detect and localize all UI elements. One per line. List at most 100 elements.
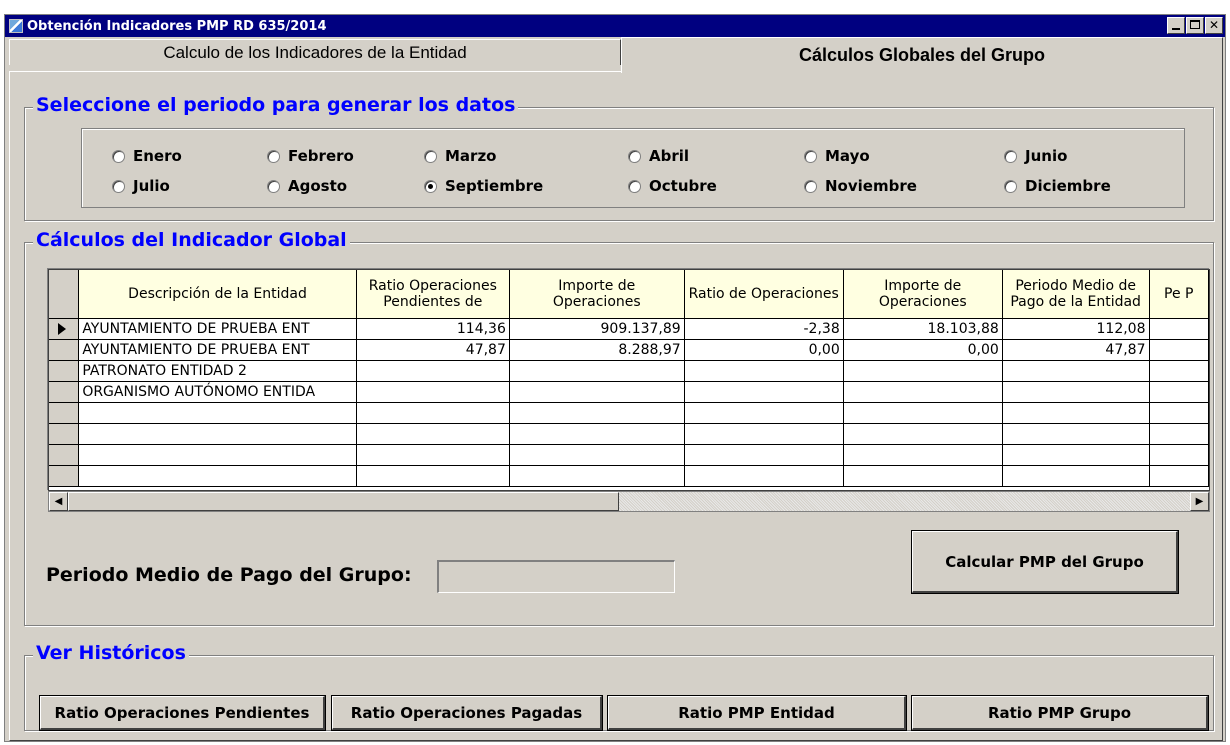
scroll-thumb[interactable] <box>68 492 619 511</box>
table-cell[interactable] <box>843 360 1003 382</box>
table-cell[interactable] <box>1149 339 1209 361</box>
table-cell[interactable]: ORGANISMO AUTÓNOMO ENTIDA <box>78 381 357 403</box>
table-cell[interactable]: 112,08 <box>1002 318 1150 340</box>
table-row[interactable] <box>49 465 1209 487</box>
maximize-button[interactable] <box>1186 17 1204 34</box>
table-row[interactable]: ORGANISMO AUTÓNOMO ENTIDA <box>49 381 1209 403</box>
radio-mayo[interactable]: Mayo <box>804 147 870 165</box>
table-cell[interactable]: 47,87 <box>356 339 510 361</box>
ratio-pmp-entidad-button[interactable]: Ratio PMP Entidad <box>608 696 906 730</box>
table-cell[interactable] <box>684 465 844 487</box>
table-row[interactable] <box>49 402 1209 424</box>
table-cell[interactable] <box>78 402 357 424</box>
table-cell[interactable] <box>1002 402 1150 424</box>
row-selector[interactable] <box>49 444 80 466</box>
table-cell[interactable] <box>843 423 1003 445</box>
table-cell[interactable] <box>1002 465 1150 487</box>
radio-enero[interactable]: Enero <box>112 147 182 165</box>
radio-junio[interactable]: Junio <box>1004 147 1067 165</box>
radio-septiembre[interactable]: Septiembre <box>424 177 543 195</box>
table-row[interactable]: AYUNTAMIENTO DE PRUEBA ENT 114,36 909.137,… <box>49 318 1209 340</box>
column-header[interactable]: Importe de Operaciones <box>843 270 1003 319</box>
table-cell[interactable]: 0,00 <box>684 339 844 361</box>
table-cell[interactable] <box>356 465 510 487</box>
table-cell[interactable]: AYUNTAMIENTO DE PRUEBA ENT <box>78 339 357 361</box>
radio-diciembre[interactable]: Diciembre <box>1004 177 1111 195</box>
table-cell[interactable] <box>684 381 844 403</box>
column-header[interactable]: Importe de Operaciones <box>509 270 685 319</box>
table-cell[interactable] <box>356 444 510 466</box>
radio-abril[interactable]: Abril <box>628 147 689 165</box>
table-cell[interactable] <box>1149 318 1209 340</box>
table-cell[interactable] <box>356 402 510 424</box>
row-selector[interactable] <box>49 423 80 445</box>
table-cell[interactable]: 0,00 <box>843 339 1003 361</box>
table-cell[interactable] <box>684 360 844 382</box>
radio-febrero[interactable]: Febrero <box>267 147 354 165</box>
table-row[interactable] <box>49 444 1209 466</box>
horizontal-scrollbar[interactable]: ◀ ▶ <box>48 491 1210 512</box>
row-selector[interactable] <box>49 318 80 340</box>
table-cell[interactable] <box>1149 444 1209 466</box>
table-cell[interactable] <box>1149 360 1209 382</box>
scroll-right-button[interactable]: ▶ <box>1190 492 1209 511</box>
table-cell[interactable] <box>509 465 685 487</box>
radio-octubre[interactable]: Octubre <box>628 177 717 195</box>
table-row[interactable] <box>49 423 1209 445</box>
tab-calculos-globales[interactable]: Cálculos Globales del Grupo <box>621 37 1223 73</box>
ratio-pendientes-button[interactable]: Ratio Operaciones Pendientes <box>40 696 325 730</box>
table-cell[interactable] <box>509 423 685 445</box>
table-row[interactable]: AYUNTAMIENTO DE PRUEBA ENT 47,87 8.288,97 0… <box>49 339 1209 361</box>
column-header[interactable]: Pe P <box>1149 270 1209 319</box>
radio-noviembre[interactable]: Noviembre <box>804 177 917 195</box>
minimize-button[interactable] <box>1167 17 1185 34</box>
column-header[interactable]: Periodo Medio de Pago de la Entidad <box>1002 270 1150 319</box>
table-cell[interactable] <box>509 360 685 382</box>
column-header[interactable]: Descripción de la Entidad <box>78 270 357 319</box>
tab-calculo-entidad[interactable]: Calculo de los Indicadores de la Entidad <box>9 39 621 65</box>
scroll-left-button[interactable]: ◀ <box>49 492 68 511</box>
table-cell[interactable]: -2,38 <box>684 318 844 340</box>
close-button[interactable]: ✕ <box>1205 17 1223 34</box>
radio-julio[interactable]: Julio <box>112 177 170 195</box>
ratio-pmp-grupo-button[interactable]: Ratio PMP Grupo <box>912 696 1208 730</box>
table-cell[interactable] <box>843 444 1003 466</box>
table-cell[interactable] <box>509 444 685 466</box>
entities-grid[interactable]: Descripción de la Entidad Ratio Operacion… <box>48 269 1210 491</box>
table-cell[interactable]: PATRONATO ENTIDAD 2 <box>78 360 357 382</box>
table-cell[interactable] <box>356 423 510 445</box>
radio-marzo[interactable]: Marzo <box>424 147 496 165</box>
table-cell[interactable] <box>78 465 357 487</box>
table-row[interactable]: PATRONATO ENTIDAD 2 <box>49 360 1209 382</box>
column-header[interactable]: Ratio de Operaciones <box>684 270 844 319</box>
calcular-pmp-button[interactable]: Calcular PMP del Grupo <box>912 531 1178 593</box>
table-cell[interactable] <box>1149 381 1209 403</box>
table-cell[interactable]: 8.288,97 <box>509 339 685 361</box>
table-cell[interactable] <box>356 381 510 403</box>
table-cell[interactable] <box>509 402 685 424</box>
table-cell[interactable] <box>843 381 1003 403</box>
table-cell[interactable] <box>78 444 357 466</box>
table-cell[interactable]: 114,36 <box>356 318 510 340</box>
pmp-grupo-field[interactable] <box>437 560 675 593</box>
table-cell[interactable]: AYUNTAMIENTO DE PRUEBA ENT <box>78 318 357 340</box>
table-cell[interactable] <box>1149 423 1209 445</box>
table-cell[interactable] <box>843 465 1003 487</box>
table-cell[interactable] <box>78 423 357 445</box>
table-cell[interactable] <box>684 423 844 445</box>
table-cell[interactable] <box>1002 381 1150 403</box>
row-selector[interactable] <box>49 339 80 361</box>
table-cell[interactable] <box>509 381 685 403</box>
row-selector[interactable] <box>49 381 80 403</box>
table-cell[interactable] <box>1149 465 1209 487</box>
radio-agosto[interactable]: Agosto <box>267 177 347 195</box>
ratio-pagadas-button[interactable]: Ratio Operaciones Pagadas <box>332 696 602 730</box>
table-cell[interactable] <box>1002 360 1150 382</box>
row-selector[interactable] <box>49 360 80 382</box>
table-cell[interactable] <box>684 402 844 424</box>
table-cell[interactable] <box>1002 423 1150 445</box>
row-selector[interactable] <box>49 465 80 487</box>
table-cell[interactable]: 18.103,88 <box>843 318 1003 340</box>
table-cell[interactable] <box>356 360 510 382</box>
table-cell[interactable] <box>684 444 844 466</box>
